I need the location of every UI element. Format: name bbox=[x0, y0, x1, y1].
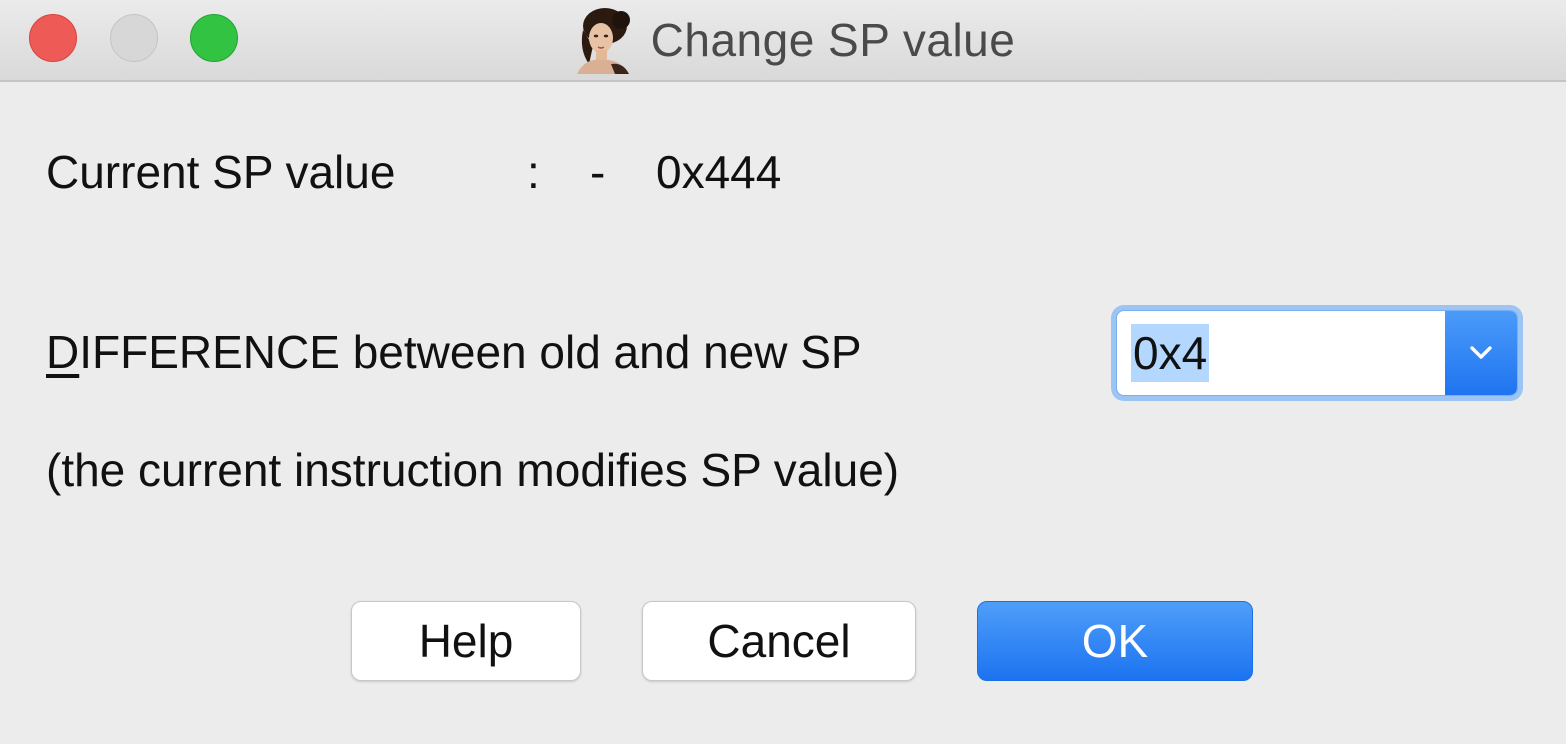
current-sp-colon: : bbox=[527, 146, 540, 198]
window-title: Change SP value bbox=[650, 14, 1016, 66]
difference-label: DIFFERENCE between old and new SP bbox=[46, 325, 862, 379]
cancel-button[interactable]: Cancel bbox=[642, 601, 916, 681]
current-sp-dash: - bbox=[590, 146, 606, 198]
current-sp-label: Current SP value bbox=[46, 146, 396, 198]
difference-label-mnemonic: D bbox=[46, 326, 80, 378]
ok-button[interactable]: OK bbox=[977, 601, 1253, 681]
title-area: Change SP value bbox=[0, 0, 1566, 80]
chevron-down-icon bbox=[1470, 346, 1492, 359]
difference-combobox[interactable]: 0x4 bbox=[1116, 310, 1518, 396]
current-sp-value: 0x444 bbox=[656, 146, 782, 198]
title-bar[interactable]: Change SP value bbox=[0, 0, 1566, 82]
difference-label-text: IFFERENCE between old and new SP bbox=[79, 326, 862, 378]
difference-value-selected: 0x4 bbox=[1131, 324, 1210, 382]
sp-note: (the current instruction modifies SP val… bbox=[46, 444, 900, 496]
change-sp-dialog: Change SP value Current SP value : - 0x4… bbox=[0, 0, 1566, 744]
difference-input[interactable]: 0x4 bbox=[1117, 311, 1447, 395]
difference-dropdown-button[interactable] bbox=[1445, 311, 1517, 395]
help-button[interactable]: Help bbox=[351, 601, 581, 681]
portrait-icon bbox=[576, 8, 630, 74]
